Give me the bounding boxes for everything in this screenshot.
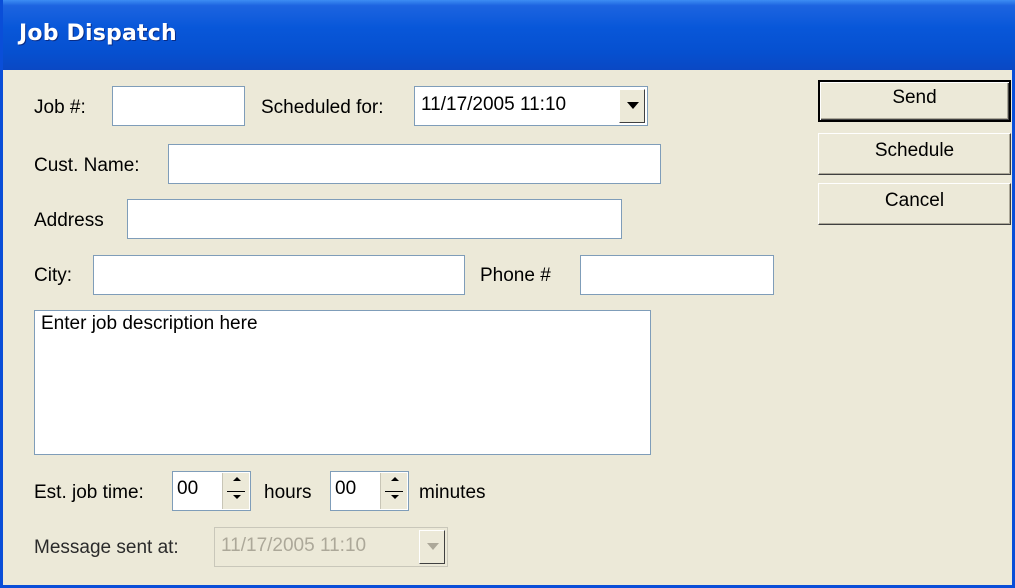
spin-down-icon [391, 495, 399, 499]
spin-up-icon [233, 477, 241, 481]
hours-spin-up-button[interactable] [223, 473, 249, 491]
chevron-down-icon [427, 543, 439, 550]
schedule-button[interactable]: Schedule [818, 133, 1011, 175]
cancel-button[interactable]: Cancel [818, 183, 1011, 225]
job-dispatch-window: Job Dispatch Job #: Scheduled for: 11/17… [0, 0, 1015, 588]
minutes-spin-up-button[interactable] [381, 473, 407, 491]
minutes-spin-down-button[interactable] [381, 491, 407, 509]
address-field[interactable] [127, 199, 622, 239]
message-sent-at-dropdown-button [419, 530, 445, 564]
job-description-field[interactable]: Enter job description here [34, 310, 651, 455]
message-sent-at-datetime-picker: 11/17/2005 11:10 [214, 527, 448, 567]
spin-up-icon [391, 477, 399, 481]
hours-value: 00 [177, 478, 199, 499]
hours-spin-buttons [222, 473, 249, 509]
window-title: Job Dispatch [19, 21, 177, 46]
job-number-field[interactable] [112, 86, 245, 126]
job-description-textarea[interactable]: Enter job description here [35, 311, 650, 454]
minutes-spin-buttons [380, 473, 407, 509]
address-label: Address [34, 210, 104, 231]
est-job-time-label: Est. job time: [34, 482, 144, 503]
phone-input[interactable] [581, 256, 773, 294]
city-field[interactable] [93, 255, 465, 295]
schedule-button-label: Schedule [874, 140, 955, 161]
minutes-value: 00 [335, 478, 357, 499]
job-number-label: Job #: [34, 97, 86, 118]
customer-name-label: Cust. Name: [34, 155, 140, 176]
minutes-label: minutes [419, 482, 486, 503]
hours-spinner[interactable]: 00 [172, 471, 251, 511]
hours-spin-down-button[interactable] [223, 491, 249, 509]
job-number-input[interactable] [113, 87, 244, 125]
hours-label: hours [264, 482, 312, 503]
scheduled-for-label: Scheduled for: [261, 97, 384, 118]
address-input[interactable] [128, 200, 621, 238]
phone-label: Phone # [480, 265, 551, 286]
scheduled-for-dropdown-button[interactable] [619, 89, 645, 123]
chevron-down-icon [627, 102, 639, 109]
scheduled-for-value: 11/17/2005 11:10 [421, 94, 567, 115]
city-label: City: [34, 265, 72, 286]
title-bar[interactable]: Job Dispatch [3, 0, 1015, 70]
customer-name-input[interactable] [169, 145, 660, 183]
minutes-spinner[interactable]: 00 [330, 471, 409, 511]
message-sent-at-label: Message sent at: [34, 537, 179, 558]
scheduled-for-datetime-picker[interactable]: 11/17/2005 11:10 [414, 86, 648, 126]
send-button[interactable]: Send [818, 80, 1011, 122]
message-sent-at-value: 11/17/2005 11:10 [221, 535, 367, 556]
spin-down-icon [233, 495, 241, 499]
customer-name-field[interactable] [168, 144, 661, 184]
city-input[interactable] [94, 256, 464, 294]
phone-field[interactable] [580, 255, 774, 295]
send-button-label: Send [892, 87, 937, 108]
cancel-button-label: Cancel [884, 190, 945, 211]
